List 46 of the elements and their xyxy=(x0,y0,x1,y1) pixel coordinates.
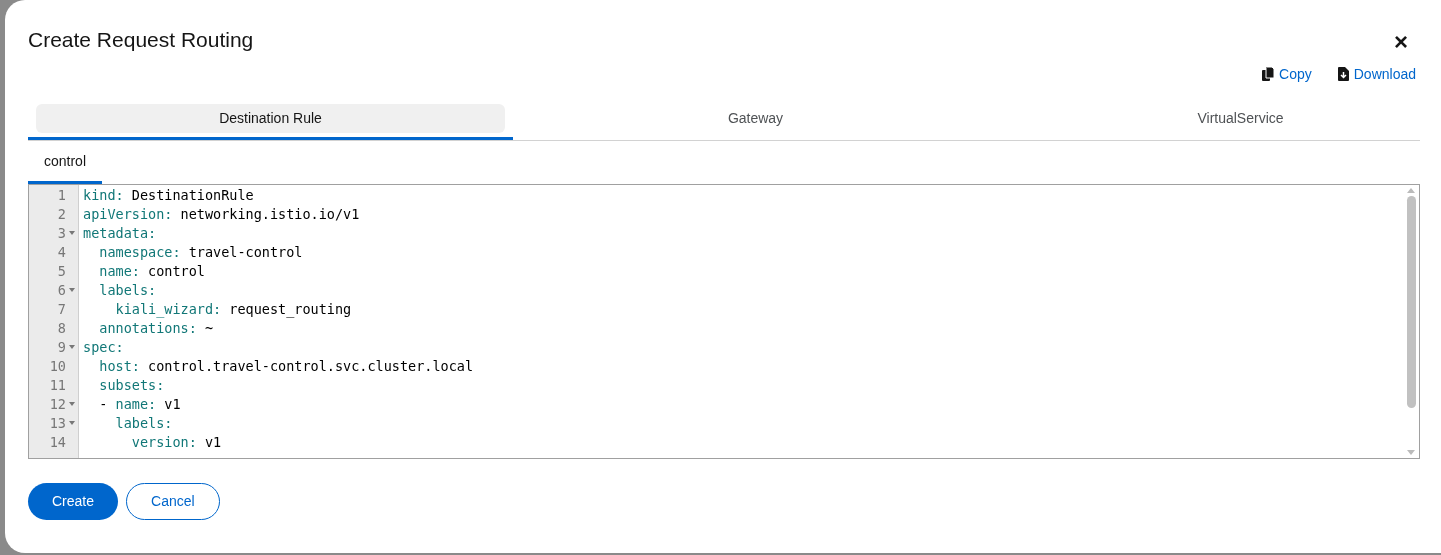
fold-caret-icon[interactable] xyxy=(69,402,75,406)
code-line: metadata: xyxy=(83,223,157,243)
download-link[interactable]: Download xyxy=(1337,63,1416,85)
scroll-up-icon[interactable] xyxy=(1407,187,1415,193)
line-number: 4 xyxy=(56,242,66,262)
copy-link[interactable]: Copy xyxy=(1262,63,1312,85)
code-editor[interactable] xyxy=(28,183,1420,459)
code-line: labels: xyxy=(99,280,157,300)
download-file-icon xyxy=(1337,67,1349,81)
code-line: labels: xyxy=(115,413,173,433)
fold-caret-icon[interactable] xyxy=(69,288,75,292)
tab[interactable]: Destination Rule xyxy=(36,103,505,133)
line-number: 9 xyxy=(56,337,66,357)
code-line: kind: DestinationRule xyxy=(83,185,254,205)
code-line: spec: xyxy=(83,337,124,357)
code-line: subsets: xyxy=(99,375,165,395)
line-number: 7 xyxy=(56,299,66,319)
line-number: 13 xyxy=(48,413,66,433)
line-number: 3 xyxy=(56,223,66,243)
scrollbar-thumb[interactable] xyxy=(1406,195,1416,408)
line-number: 14 xyxy=(48,432,66,452)
cancel-button[interactable]: Cancel xyxy=(126,482,220,520)
line-number: 1 xyxy=(56,185,66,205)
code-line: name: control xyxy=(99,261,205,281)
code-line: version: v1 xyxy=(131,432,222,452)
line-number: 6 xyxy=(56,280,66,300)
code-line: kiali_wizard: request_routing xyxy=(115,299,352,319)
code-line: apiVersion: networking.istio.io/v1 xyxy=(83,204,360,224)
copy-icon xyxy=(1262,67,1275,81)
line-number: 10 xyxy=(48,356,66,376)
line-number: 8 xyxy=(56,318,66,338)
create-button[interactable]: Create xyxy=(28,482,119,520)
scroll-down-icon[interactable] xyxy=(1407,449,1415,455)
code-line: namespace: travel-control xyxy=(99,242,303,262)
fold-caret-icon[interactable] xyxy=(69,421,75,425)
line-number: 12 xyxy=(48,394,66,414)
close-button[interactable]: × xyxy=(1394,30,1408,54)
code-line: - name: v1 xyxy=(99,394,181,414)
line-number: 5 xyxy=(56,261,66,281)
code-line: host: control.travel-control.svc.cluster.local xyxy=(99,356,474,376)
fold-caret-icon[interactable] xyxy=(69,345,75,349)
line-number: 11 xyxy=(48,375,66,395)
modal-title: Create Request Routing xyxy=(28,27,254,53)
fold-caret-icon[interactable] xyxy=(69,231,75,235)
code-line: annotations: ~ xyxy=(99,318,214,338)
line-number: 2 xyxy=(56,204,66,224)
